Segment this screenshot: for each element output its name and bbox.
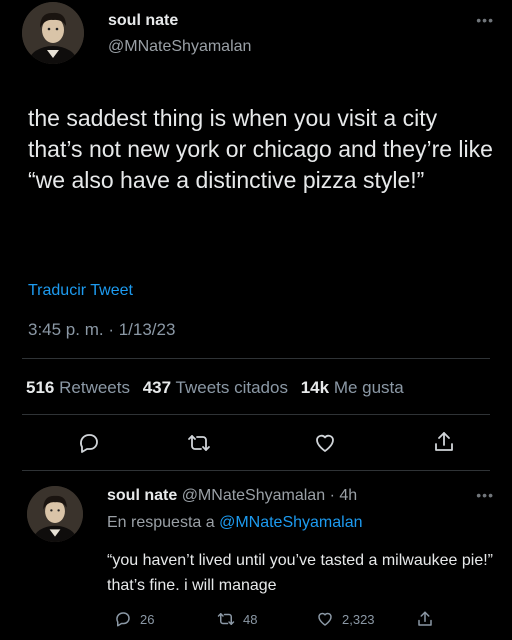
like-count-button[interactable]: 2,323: [316, 610, 375, 628]
retweet-icon: [217, 613, 235, 625]
share-icon: [418, 611, 432, 626]
reply-header: soul nate @MNateShyamalan · 4h: [107, 487, 357, 505]
reply-time[interactable]: · 4h: [330, 487, 358, 504]
likes-stat[interactable]: 14k Me gusta: [301, 378, 404, 397]
quotes-stat[interactable]: 437 Tweets citados: [143, 378, 288, 397]
avatar[interactable]: [22, 2, 84, 64]
reply-author-name[interactable]: soul nate: [107, 487, 177, 504]
reply-author-handle[interactable]: @MNateShyamalan: [182, 487, 325, 504]
retweets-stat[interactable]: 516 Retweets: [26, 378, 130, 397]
retweet-count: 48: [243, 611, 258, 627]
reply-count-button[interactable]: 26: [114, 610, 154, 628]
author-name[interactable]: soul nate: [108, 12, 178, 30]
tweet-timestamp[interactable]: 3:45 p. m. · 1/13/23: [28, 320, 175, 340]
translate-link[interactable]: Traducir Tweet: [28, 282, 133, 300]
like-icon: [318, 612, 332, 626]
reply-icon: [116, 612, 130, 627]
more-horizontal-icon[interactable]: •••: [476, 12, 494, 28]
divider: [22, 414, 490, 415]
tweet-text: the saddest thing is when you visit a ci…: [28, 105, 493, 193]
more-horizontal-icon[interactable]: •••: [476, 487, 494, 503]
retweet-icon[interactable]: [187, 431, 211, 455]
reply-count: 26: [140, 611, 155, 627]
retweet-count-button[interactable]: 48: [217, 610, 257, 628]
reply-avatar[interactable]: [27, 486, 83, 542]
replying-to-label: En respuesta a: [107, 514, 215, 531]
replying-to: En respuesta a @MNateShyamalan: [107, 514, 363, 532]
reply-text: “you haven’t lived until you’ve tasted a…: [107, 552, 493, 594]
author-handle[interactable]: @MNateShyamalan: [108, 38, 251, 56]
share-button[interactable]: [416, 610, 442, 628]
replying-to-handle[interactable]: @MNateShyamalan: [219, 514, 362, 531]
reply-icon[interactable]: [77, 431, 101, 455]
like-count: 2,323: [342, 611, 375, 627]
divider: [22, 470, 490, 471]
share-icon[interactable]: [432, 430, 456, 454]
like-icon[interactable]: [313, 431, 337, 455]
divider: [22, 358, 490, 359]
tweet-stats: 516 Retweets 437 Tweets citados 14k Me g…: [26, 378, 404, 398]
